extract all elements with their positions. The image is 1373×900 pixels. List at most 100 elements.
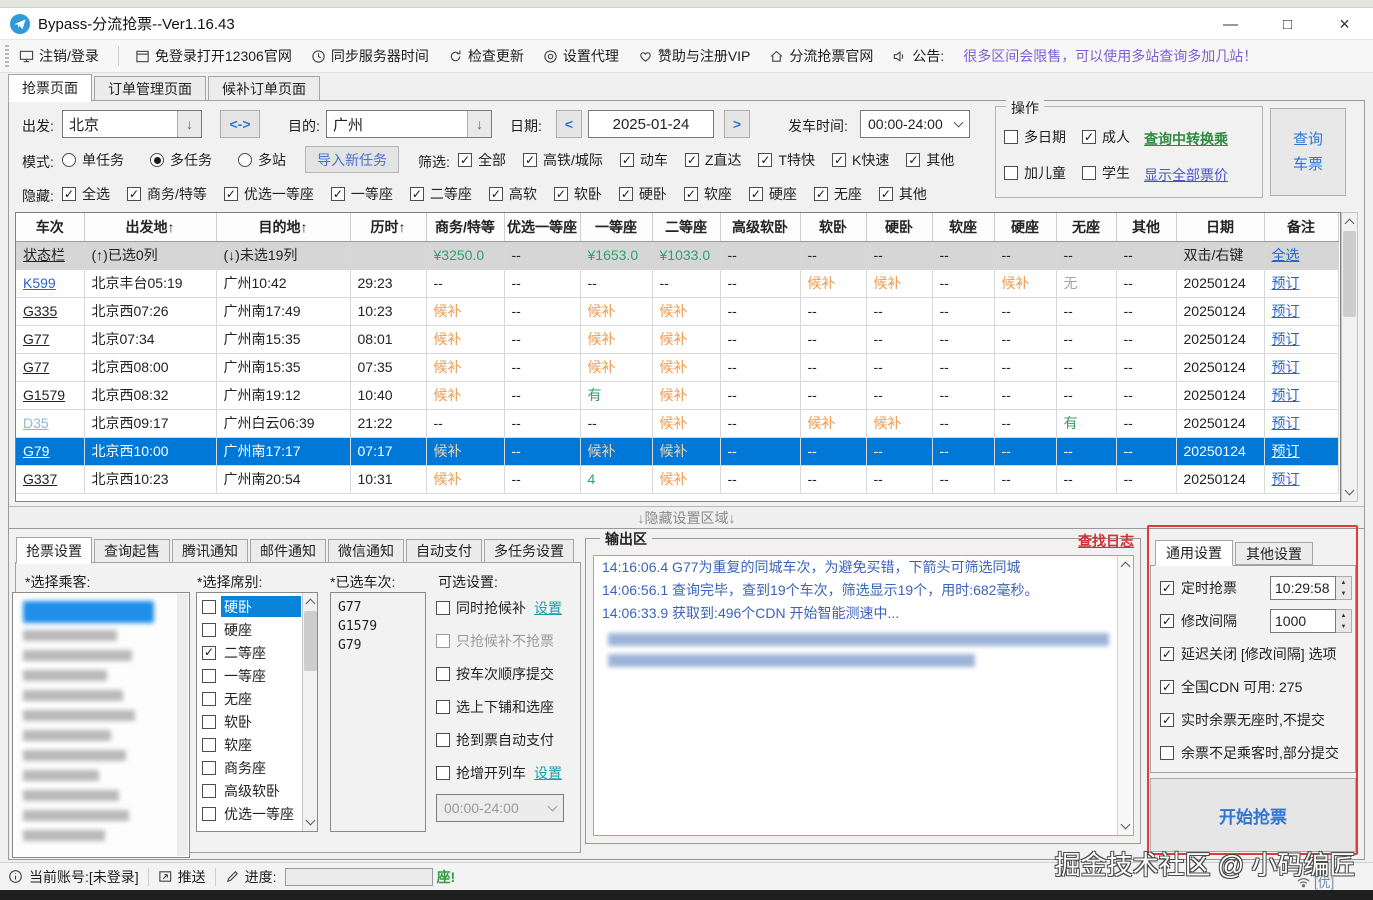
- transfer-query-link[interactable]: 查询中转换乘: [1144, 129, 1228, 149]
- import-task-button[interactable]: 导入新任务: [305, 146, 399, 173]
- tab-general-1[interactable]: 其他设置: [1235, 542, 1313, 565]
- operation-checkbox-r2-0[interactable]: 加儿童: [1004, 163, 1066, 183]
- column-header[interactable]: 出发地↑: [84, 213, 216, 241]
- seat-option-3[interactable]: 一等座: [198, 664, 301, 687]
- column-header[interactable]: 备注: [1264, 213, 1338, 241]
- general-setting-3[interactable]: 全国CDN 可用: 275: [1160, 675, 1352, 699]
- cell-text[interactable]: G77: [23, 331, 49, 347]
- passenger-scrollbar[interactable]: [177, 594, 188, 856]
- selected-trains-list[interactable]: G77G1579G79: [330, 592, 426, 832]
- column-header[interactable]: 历时↑: [350, 213, 426, 241]
- value-spinner[interactable]: 10:29:58▲▼: [1270, 576, 1352, 600]
- hide-checkbox-9[interactable]: 硬座: [749, 184, 797, 204]
- column-header[interactable]: 软卧: [800, 213, 866, 241]
- checkbox[interactable]: [202, 784, 216, 798]
- checkbox[interactable]: [554, 187, 568, 201]
- column-header[interactable]: 车次: [16, 213, 84, 241]
- column-header[interactable]: 一等座: [580, 213, 652, 241]
- checkbox[interactable]: [879, 187, 893, 201]
- tab-settings-4[interactable]: 微信通知: [328, 539, 404, 563]
- find-log-link[interactable]: 查找日志: [1078, 531, 1134, 551]
- checkbox[interactable]: [202, 600, 216, 614]
- hide-checkbox-0[interactable]: 全选: [62, 184, 110, 204]
- toolbar-item-0[interactable]: 注销/登录: [19, 46, 99, 66]
- scroll-up-icon[interactable]: [303, 594, 318, 610]
- checkbox[interactable]: [410, 187, 424, 201]
- hide-checkbox-5[interactable]: 高软: [489, 184, 537, 204]
- column-header[interactable]: 高级软卧: [720, 213, 800, 241]
- seat-option-2[interactable]: 二等座: [198, 641, 301, 664]
- column-header[interactable]: 目的地↑: [216, 213, 350, 241]
- dest-input[interactable]: 广州 ↓: [326, 110, 492, 138]
- swap-stations-button[interactable]: <->: [220, 110, 260, 138]
- checkbox[interactable]: [62, 187, 76, 201]
- column-header[interactable]: 优选一等座: [504, 213, 580, 241]
- status-row[interactable]: 状态栏(↑)已选0列(↓)未选19列¥3250.0--¥1653.0¥1033.…: [16, 241, 1338, 269]
- tab-settings-1[interactable]: 查询起售: [94, 539, 170, 563]
- scroll-down-icon[interactable]: [1118, 818, 1133, 834]
- seat-option-4[interactable]: 无座: [198, 687, 301, 710]
- hide-checkbox-4[interactable]: 二等座: [410, 184, 472, 204]
- checkbox[interactable]: [458, 153, 472, 167]
- book-link[interactable]: 预订: [1272, 275, 1300, 291]
- checkbox[interactable]: [832, 153, 846, 167]
- checkbox[interactable]: [202, 646, 216, 660]
- scroll-thumb[interactable]: [304, 611, 317, 671]
- settings-link[interactable]: 设置: [534, 763, 562, 783]
- filter-checkbox-3[interactable]: Z直达: [685, 150, 742, 170]
- hide-checkbox-8[interactable]: 软座: [684, 184, 732, 204]
- checkbox[interactable]: [749, 187, 763, 201]
- radio-icon[interactable]: [238, 153, 252, 167]
- depart-input[interactable]: 北京 ↓: [62, 110, 202, 138]
- filter-checkbox-5[interactable]: K快速: [832, 150, 889, 170]
- seat-option-0[interactable]: 硬卧: [198, 595, 301, 618]
- train-row-D35[interactable]: D35北京西09:17广州白云06:3921:22------候补--候补候补-…: [16, 409, 1338, 437]
- depart-time-select[interactable]: 00:00-24:00: [860, 110, 970, 138]
- general-setting-4[interactable]: 实时余票无座时,不提交: [1160, 708, 1352, 732]
- push-icon[interactable]: [158, 869, 173, 884]
- optional-setting-5[interactable]: 抢增开列车设置: [436, 763, 578, 783]
- seat-option-6[interactable]: 软座: [198, 733, 301, 756]
- general-setting-2[interactable]: 延迟关闭 [修改间隔] 选项: [1160, 642, 1352, 666]
- checkbox[interactable]: [523, 153, 537, 167]
- checkbox[interactable]: [202, 761, 216, 775]
- maximize-button[interactable]: □: [1259, 8, 1316, 40]
- tab-page-0[interactable]: 抢票页面: [8, 74, 92, 102]
- checkbox[interactable]: [202, 692, 216, 706]
- column-header[interactable]: 其他: [1116, 213, 1176, 241]
- checkbox[interactable]: [1160, 746, 1174, 760]
- query-tickets-button[interactable]: 查询 车票: [1270, 108, 1346, 196]
- output-scrollbar[interactable]: [1117, 556, 1132, 835]
- column-header[interactable]: 商务/特等: [426, 213, 504, 241]
- spinner-up-icon[interactable]: ▲: [1336, 577, 1351, 588]
- tab-settings-3[interactable]: 邮件通知: [250, 539, 326, 563]
- dest-value[interactable]: 广州: [327, 111, 467, 137]
- checkbox[interactable]: [1160, 581, 1174, 595]
- spinner-down-icon[interactable]: ▼: [1336, 621, 1351, 632]
- book-link[interactable]: 预订: [1272, 443, 1300, 459]
- toolbar-item-1[interactable]: 免登录打开12306官网: [135, 46, 292, 66]
- cell-text[interactable]: 状态栏: [23, 247, 65, 263]
- cell-text[interactable]: G337: [23, 471, 57, 487]
- toolbar-item-6[interactable]: 分流抢票官网: [769, 46, 873, 66]
- checkbox[interactable]: [1004, 130, 1018, 144]
- optional-setting-2[interactable]: 按车次顺序提交: [436, 664, 578, 684]
- hide-checkbox-11[interactable]: 其他: [879, 184, 927, 204]
- hide-checkbox-2[interactable]: 优选一等座: [224, 184, 314, 204]
- checkbox[interactable]: [1082, 130, 1096, 144]
- checkbox[interactable]: [202, 623, 216, 637]
- checkbox[interactable]: [685, 153, 699, 167]
- operation-checkbox-r1-1[interactable]: 成人: [1082, 127, 1130, 147]
- train-row-G79[interactable]: G79北京西10:00广州南17:1707:17候补--候补候补--------…: [16, 437, 1338, 465]
- cell-text[interactable]: D35: [23, 415, 49, 431]
- push-label[interactable]: 推送: [178, 867, 206, 887]
- column-header[interactable]: 无座: [1056, 213, 1116, 241]
- column-header[interactable]: 日期: [1176, 213, 1264, 241]
- train-row-G1579[interactable]: G1579北京西08:32广州南19:1210:40候补--有候补-------…: [16, 381, 1338, 409]
- checkbox[interactable]: [436, 601, 450, 615]
- checkbox[interactable]: [758, 153, 772, 167]
- output-log[interactable]: 14:16:06.4 G77为重复的同城车次，为避免买错，下箭头可筛选同城14:…: [593, 555, 1134, 836]
- cell-text[interactable]: G1579: [23, 387, 65, 403]
- date-value[interactable]: 2025-01-24: [589, 111, 713, 137]
- radio-icon[interactable]: [150, 153, 164, 167]
